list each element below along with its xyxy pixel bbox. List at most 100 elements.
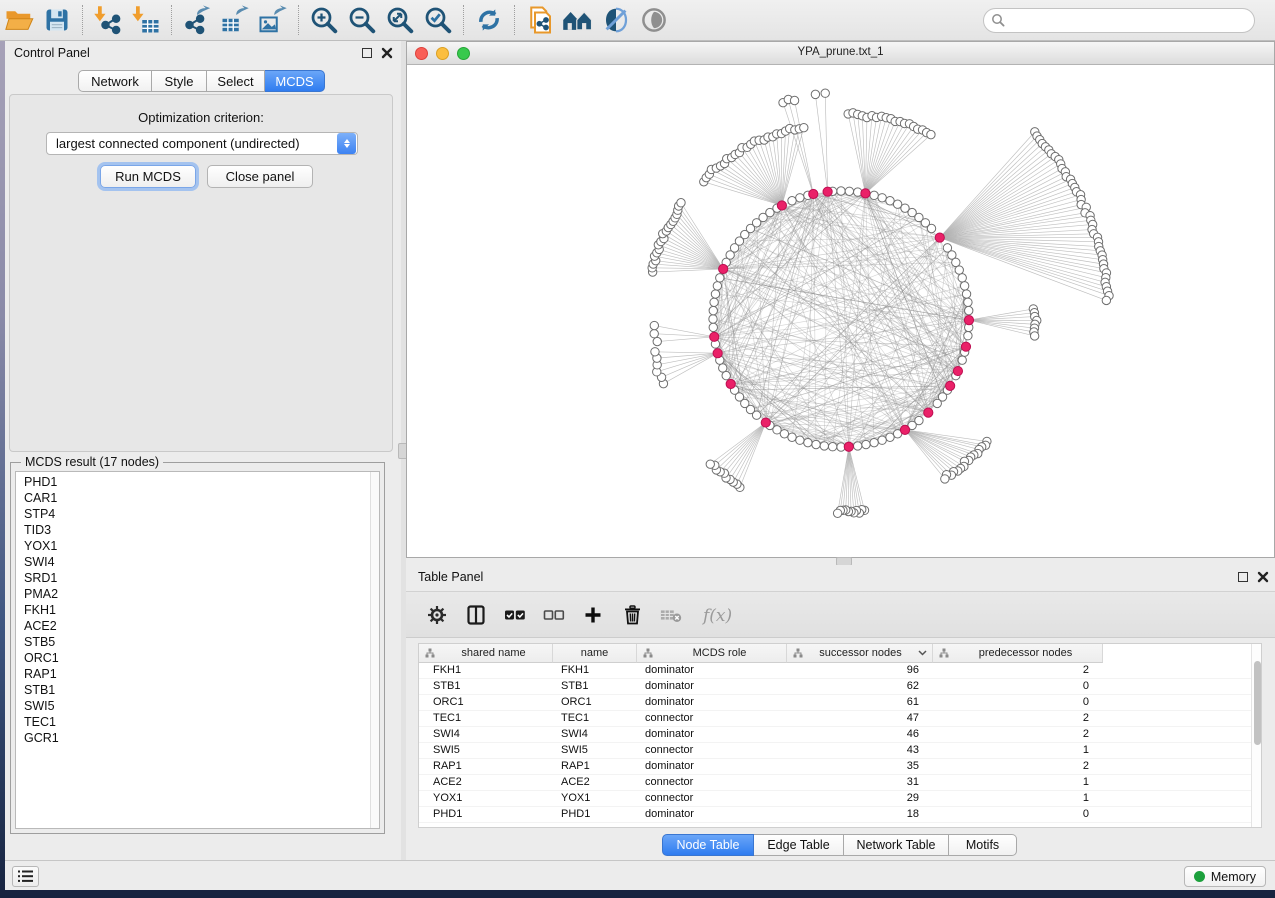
show-hide-icon[interactable] <box>637 3 671 37</box>
result-node[interactable]: SWI5 <box>16 698 370 714</box>
table-cell[interactable]: TEC1 <box>419 711 553 726</box>
result-node[interactable]: TEC1 <box>16 714 370 730</box>
table-cell[interactable]: ORC1 <box>419 695 553 710</box>
tab-motifs[interactable]: Motifs <box>949 834 1017 856</box>
tab-edge-table[interactable]: Edge Table <box>754 834 844 856</box>
duplicate-network-icon[interactable] <box>523 3 557 37</box>
result-node[interactable]: PMA2 <box>16 586 370 602</box>
table-cell[interactable]: 1 <box>933 775 1103 790</box>
table-row[interactable]: TEC1TEC1connector472 <box>419 711 1251 727</box>
table-cell[interactable]: connector <box>637 711 787 726</box>
import-network-icon[interactable] <box>91 3 125 37</box>
zoom-out-icon[interactable] <box>345 3 379 37</box>
network-canvas[interactable] <box>407 65 1274 557</box>
table-cell[interactable]: dominator <box>637 679 787 694</box>
hide-style-icon[interactable] <box>599 3 633 37</box>
add-column-icon[interactable] <box>582 604 604 626</box>
result-node[interactable]: STB1 <box>16 682 370 698</box>
table-cell[interactable]: ACE2 <box>419 775 553 790</box>
run-mcds-button[interactable]: Run MCDS <box>100 165 196 188</box>
table-cell[interactable]: 2 <box>933 711 1103 726</box>
table-row[interactable]: SWI4SWI4dominator462 <box>419 727 1251 743</box>
table-cell[interactable]: connector <box>637 775 787 790</box>
open-file-icon[interactable] <box>2 3 36 37</box>
table-cell[interactable]: FKH1 <box>419 663 553 678</box>
table-cell[interactable]: SWI4 <box>419 727 553 742</box>
table-cell[interactable]: YOX1 <box>553 791 637 806</box>
table-cell[interactable]: 1 <box>933 743 1103 758</box>
apply-layout-icon[interactable] <box>472 3 506 37</box>
table-cell[interactable]: 47 <box>787 711 933 726</box>
table-cell[interactable]: 18 <box>787 807 933 822</box>
table-cell[interactable]: SWI4 <box>553 727 637 742</box>
import-table-icon[interactable] <box>129 3 163 37</box>
gear-icon[interactable] <box>426 604 448 626</box>
deselect-all-icon[interactable] <box>543 604 565 626</box>
table-cell[interactable]: STB1 <box>419 679 553 694</box>
tab-network[interactable]: Network <box>78 70 152 92</box>
table-cell[interactable]: STB1 <box>553 679 637 694</box>
table-cell[interactable]: ORC1 <box>553 695 637 710</box>
table-cell[interactable]: 43 <box>787 743 933 758</box>
result-node[interactable]: YOX1 <box>16 538 370 554</box>
table-cell[interactable]: TEC1 <box>553 711 637 726</box>
table-cell[interactable]: connector <box>637 743 787 758</box>
table-cell[interactable]: 0 <box>933 679 1103 694</box>
table-cell[interactable]: 62 <box>787 679 933 694</box>
table-cell[interactable]: PHD1 <box>553 807 637 822</box>
result-node[interactable]: TID3 <box>16 522 370 538</box>
table-cell[interactable]: 2 <box>933 759 1103 774</box>
close-panel-button[interactable]: Close panel <box>207 165 313 188</box>
table-row[interactable]: PHD1PHD1dominator180 <box>419 807 1251 823</box>
table-cell[interactable]: 35 <box>787 759 933 774</box>
zoom-fit-icon[interactable] <box>383 3 417 37</box>
export-table-icon[interactable] <box>218 3 252 37</box>
columns-icon[interactable] <box>465 604 487 626</box>
scrollbar-thumb[interactable] <box>1254 661 1261 745</box>
table-cell[interactable]: dominator <box>637 759 787 774</box>
table-cell[interactable]: 0 <box>933 695 1103 710</box>
network-titlebar[interactable]: YPA_prune.txt_1 <box>407 42 1274 65</box>
table-cell[interactable]: SWI5 <box>419 743 553 758</box>
horizontal-splitter[interactable] <box>406 558 1275 565</box>
table-cell[interactable]: YOX1 <box>419 791 553 806</box>
table-cell[interactable]: SWI5 <box>553 743 637 758</box>
table-row[interactable]: SWI5SWI5connector431 <box>419 743 1251 759</box>
table-row[interactable]: YOX1YOX1connector291 <box>419 791 1251 807</box>
table-cell[interactable]: connector <box>637 791 787 806</box>
float-window-icon[interactable] <box>1238 572 1248 582</box>
memory-button[interactable]: Memory <box>1184 866 1266 887</box>
result-node[interactable]: SWI4 <box>16 554 370 570</box>
table-cell[interactable]: RAP1 <box>553 759 637 774</box>
tab-mcds[interactable]: MCDS <box>265 70 325 92</box>
close-panel-icon[interactable] <box>381 47 393 59</box>
export-network-icon[interactable] <box>180 3 214 37</box>
zoom-selected-icon[interactable] <box>421 3 455 37</box>
table-cell[interactable]: 29 <box>787 791 933 806</box>
show-all-networks-icon[interactable] <box>561 3 595 37</box>
result-node[interactable]: PHD1 <box>16 474 370 490</box>
tab-network-table[interactable]: Network Table <box>844 834 949 856</box>
column-header-name[interactable]: name <box>553 644 637 663</box>
search-input[interactable] <box>983 8 1255 33</box>
table-cell[interactable]: 1 <box>933 791 1103 806</box>
task-history-button[interactable] <box>12 866 39 887</box>
column-header-MCDS-role[interactable]: MCDS role <box>637 644 787 663</box>
close-panel-icon[interactable] <box>1257 571 1269 583</box>
table-cell[interactable]: dominator <box>637 695 787 710</box>
result-node[interactable]: ORC1 <box>16 650 370 666</box>
table-cell[interactable]: 2 <box>933 663 1103 678</box>
table-cell[interactable]: RAP1 <box>419 759 553 774</box>
export-image-icon[interactable] <box>256 3 290 37</box>
table-row[interactable]: ORC1ORC1dominator610 <box>419 695 1251 711</box>
float-window-icon[interactable] <box>362 48 372 58</box>
result-node[interactable]: GCR1 <box>16 730 370 746</box>
zoom-in-icon[interactable] <box>307 3 341 37</box>
result-node[interactable]: STP4 <box>16 506 370 522</box>
criterion-select[interactable]: largest connected component (undirected) <box>46 132 358 155</box>
tab-style[interactable]: Style <box>152 70 207 92</box>
table-cell[interactable]: 31 <box>787 775 933 790</box>
table-cell[interactable]: PHD1 <box>419 807 553 822</box>
table-row[interactable]: RAP1RAP1dominator352 <box>419 759 1251 775</box>
result-node[interactable]: STB5 <box>16 634 370 650</box>
